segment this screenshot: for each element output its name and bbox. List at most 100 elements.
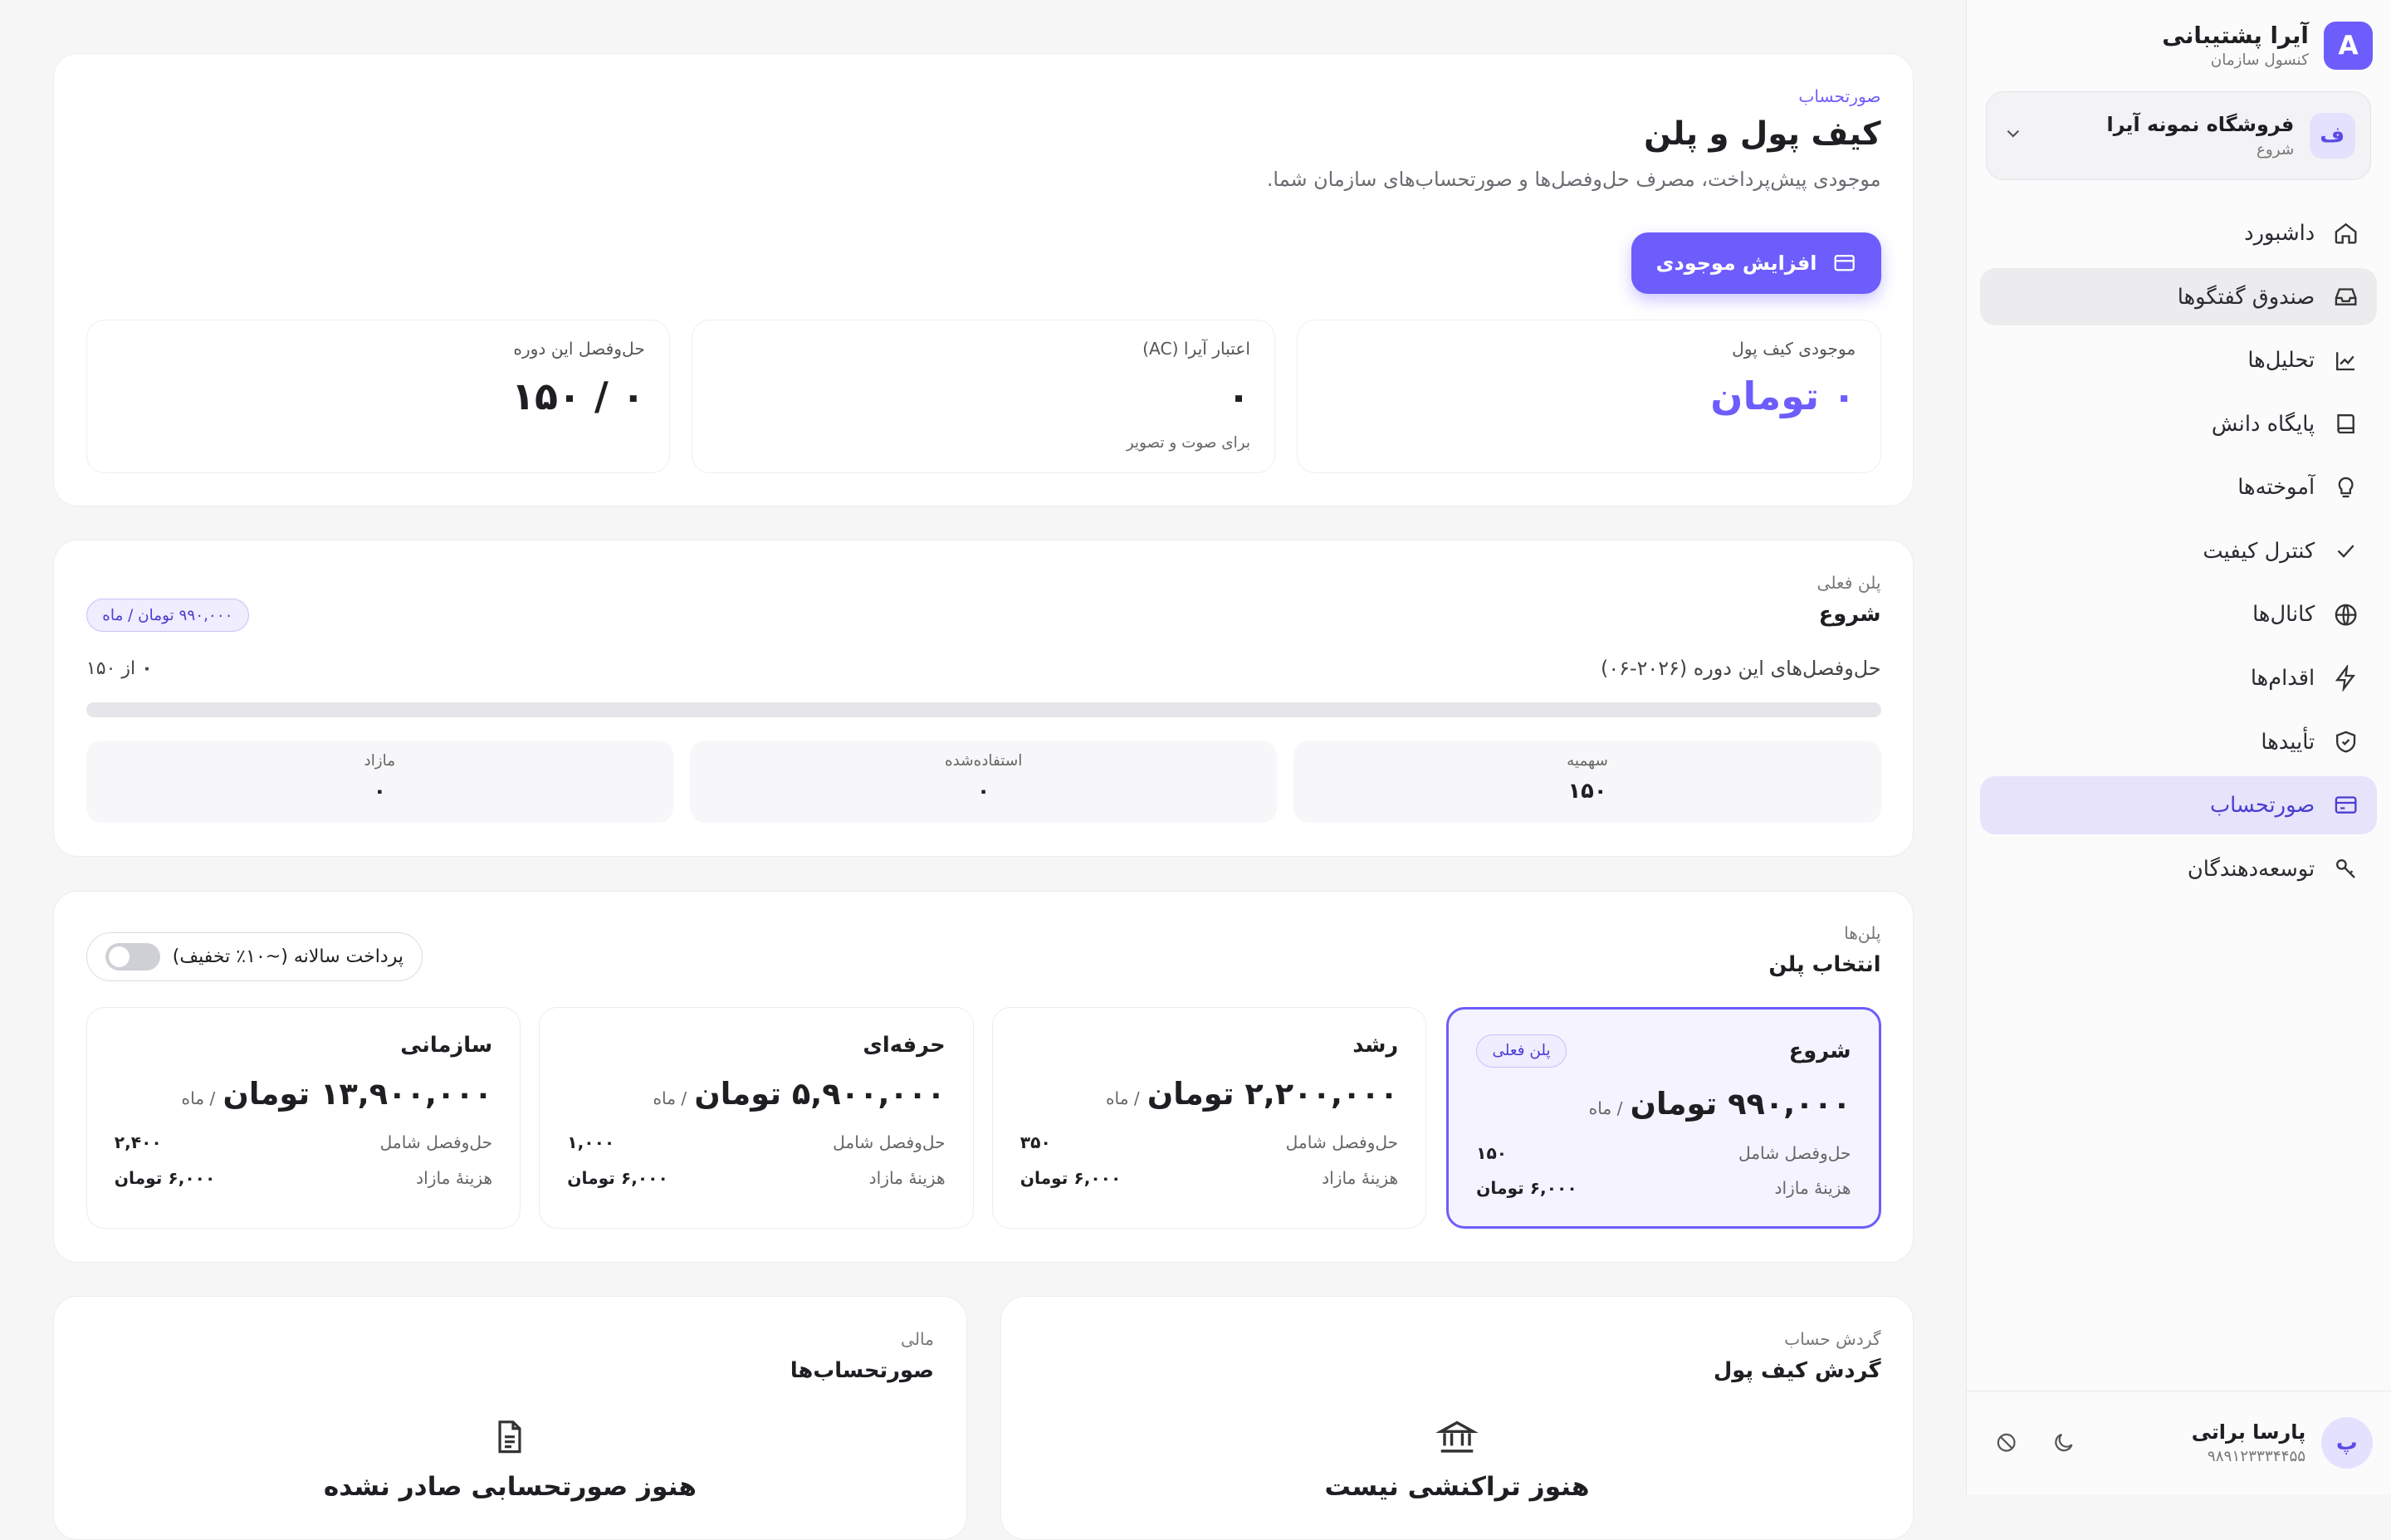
app-root: A آیرا پشتیبانی کنسول سازمان ف فروشگاه ن… xyxy=(0,0,2391,1540)
org-avatar: ف xyxy=(2309,112,2355,159)
annual-billing-toggle[interactable]: پرداخت سالانه (~۱۰٪ تخفیف) xyxy=(86,932,423,981)
user-phone: ۹۸۹۱۲۳۳۳۴۴۵۵ xyxy=(2207,1448,2306,1466)
sidebar-item-knowledge[interactable]: پایگاه دانش xyxy=(1980,395,2377,453)
row-label: هزینهٔ مازاد xyxy=(416,1167,493,1188)
plan-name: سازمانی xyxy=(400,1032,493,1058)
stat-wallet: موجودی کیف پول ۰ تومان xyxy=(1297,319,1881,474)
sidebar-item-dashboard[interactable]: داشبورد xyxy=(1980,204,2377,262)
plan-card-pro[interactable]: حرفه‌ای ۵,۹۰۰,۰۰۰ تومان / ماه حل‌وفصل شا… xyxy=(539,1007,974,1229)
bulb-icon xyxy=(2338,477,2354,497)
sidebar-item-approvals[interactable]: تأییدها xyxy=(1980,713,2377,771)
org-plan: شروع xyxy=(2256,140,2295,159)
stat-value: ۰ / ۱۵۰ xyxy=(511,374,645,419)
mini-label: سهمیه xyxy=(1567,752,1608,770)
section-title: انتخاب پلن xyxy=(1768,952,1881,978)
sidebar-item-label: اقدام‌ها xyxy=(2250,665,2315,691)
wallet-activity-card: گردش حساب گردش کیف پول هنوز تراکنشی نیست xyxy=(1000,1296,1914,1540)
plan-overage: ۶,۰۰۰ تومان xyxy=(1019,1167,1122,1188)
toggle-label: پرداخت سالانه (~۱۰٪ تخفیف) xyxy=(172,946,404,968)
org-switcher[interactable]: ف فروشگاه نمونه آیرا شروع xyxy=(1986,91,2372,180)
bolt-icon xyxy=(2335,665,2356,692)
usage-progress xyxy=(86,702,1881,718)
plan-card-enterprise[interactable]: سازمانی ۱۳,۹۰۰,۰۰۰ تومان / ماه حل‌وفصل ش… xyxy=(86,1007,521,1229)
avatar[interactable]: پ xyxy=(2320,1416,2373,1469)
page-description: موجودی پیش‌پرداخت، مصرف حل‌وفصل‌ها و صور… xyxy=(1266,168,1881,192)
user-name: پارسا براتی xyxy=(2191,1420,2306,1444)
org-name: فروشگاه نمونه آیرا xyxy=(2106,113,2295,137)
moon-icon[interactable] xyxy=(2042,1421,2085,1464)
sidebar-item-learnings[interactable]: آموخته‌ها xyxy=(1980,458,2377,516)
row-label: هزینهٔ مازاد xyxy=(1774,1178,1851,1199)
check-icon xyxy=(2337,545,2354,559)
breadcrumb[interactable]: صورتحساب xyxy=(1267,86,1880,106)
stat-label: موجودی کیف پول xyxy=(1732,338,1856,359)
sidebar-item-analytics[interactable]: تحلیل‌ها xyxy=(1980,331,2377,389)
sidebar-item-quality[interactable]: کنترل کیفیت xyxy=(1980,522,2377,580)
chart-icon xyxy=(2336,351,2355,370)
sidebar-item-label: داشبورد xyxy=(2244,221,2315,246)
sidebar-item-channels[interactable]: کانال‌ها xyxy=(1980,585,2377,643)
bank-icon xyxy=(1435,1415,1479,1463)
sidebar-item-inbox[interactable]: صندوق گفتگوها xyxy=(1980,267,2378,326)
brand[interactable]: A آیرا پشتیبانی کنسول سازمان xyxy=(2162,21,2373,71)
sidebar: A آیرا پشتیبانی کنسول سازمان ف فروشگاه ن… xyxy=(1965,0,2391,1494)
section-title: صورتحساب‌ها xyxy=(790,1357,934,1383)
plan-card-starter[interactable]: شروع پلن فعلی ۹۹۰,۰۰۰ تومان / ماه حل‌وفص… xyxy=(1446,1007,1881,1229)
row-label: حل‌وفصل شامل xyxy=(833,1132,946,1153)
plan-price: ۱۳,۹۰۰,۰۰۰ تومان xyxy=(222,1075,493,1112)
globe-icon xyxy=(2335,604,2357,626)
plan-card-growth[interactable]: رشد ۲,۲۰۰,۰۰۰ تومان / ماه حل‌وفصل شامل ۳۵… xyxy=(991,1007,1427,1229)
invoices-card: مالی صورتحساب‌ها هنوز صورتحسابی صادر نشد… xyxy=(53,1296,967,1540)
plan-overage: ۶,۰۰۰ تومان xyxy=(1476,1178,1577,1199)
usage-count: ۰ از ۱۵۰ xyxy=(86,658,153,679)
key-icon xyxy=(2336,859,2356,878)
sidebar-item-label: آموخته‌ها xyxy=(2237,475,2315,501)
home-icon xyxy=(2335,223,2357,244)
main-content: صورتحساب کیف پول و پلن موجودی پیش‌پرداخت… xyxy=(0,0,1966,1540)
toggle-switch[interactable] xyxy=(105,943,161,971)
sidebar-item-label: تأییدها xyxy=(2261,729,2315,755)
plan-overage: ۶,۰۰۰ تومان xyxy=(567,1167,668,1188)
plan-name: رشد xyxy=(1352,1032,1399,1058)
plan-period: / ماه xyxy=(653,1088,687,1108)
inbox-icon xyxy=(2335,288,2357,306)
sidebar-nav: داشبورد صندوق گفتگوها تحلیل‌ها پایگاه دا… xyxy=(1980,204,2378,903)
mini-value: ۰ xyxy=(373,779,387,804)
current-plan-card: پلن فعلی شروع ۹۹۰,۰۰۰ تومان / ماه حل‌وفص… xyxy=(53,540,1914,858)
plan-name: حرفه‌ای xyxy=(863,1032,946,1058)
row-label: حل‌وفصل شامل xyxy=(379,1132,493,1153)
section-eyebrow: پلن فعلی xyxy=(1816,572,1881,593)
sidebar-item-label: کنترل کیفیت xyxy=(2203,538,2315,564)
document-icon xyxy=(491,1415,531,1463)
plan-period: / ماه xyxy=(181,1088,216,1108)
empty-state: هنوز تراکنشی نیست xyxy=(1324,1472,1590,1503)
period-label: حل‌وفصل‌های این دوره (۲۰۲۶-۰۶) xyxy=(1601,656,1881,680)
usage-text: از ۱۵۰ xyxy=(86,658,136,679)
plan-period: / ماه xyxy=(1588,1098,1623,1119)
topup-button-label: افزایش موجودی xyxy=(1655,251,1817,275)
topup-button[interactable]: افزایش موجودی xyxy=(1631,232,1881,294)
price-pill: ۹۹۰,۰۰۰ تومان / ماه xyxy=(86,598,249,633)
sidebar-item-label: کانال‌ها xyxy=(2252,602,2315,628)
overage-box: مازاد ۰ xyxy=(86,740,673,823)
brand-logo: A xyxy=(2324,21,2373,71)
page-title: کیف پول و پلن xyxy=(1644,115,1881,153)
user-profile: پ پارسا براتی ۹۸۹۱۲۳۳۳۴۴۵۵ xyxy=(1966,1391,2391,1494)
plan-included: ۳۵۰ xyxy=(1019,1132,1051,1153)
plan-included: ۱۵۰ xyxy=(1476,1142,1508,1163)
mini-value: ۰ xyxy=(976,779,990,804)
block-icon[interactable] xyxy=(1985,1421,2027,1464)
current-plan-badge: پلن فعلی xyxy=(1476,1034,1567,1068)
stat-value: ۰ xyxy=(1226,374,1250,419)
sidebar-item-actions[interactable]: اقدام‌ها xyxy=(1980,649,2377,707)
row-label: هزینهٔ مازاد xyxy=(1322,1167,1399,1188)
sidebar-item-developers[interactable]: توسعه‌دهندگان xyxy=(1980,840,2377,898)
brand-subtitle: کنسول سازمان xyxy=(2210,51,2309,70)
mini-label: مازاد xyxy=(364,752,396,770)
stat-value: ۰ تومان xyxy=(1710,374,1856,419)
stat-resolutions: حل‌وفصل این دوره ۰ / ۱۵۰ xyxy=(86,319,671,474)
sidebar-item-billing[interactable]: صورتحساب xyxy=(1980,776,2378,834)
sidebar-item-label: پایگاه دانش xyxy=(2211,411,2315,437)
sidebar-item-label: صورتحساب xyxy=(2209,793,2315,819)
plans-card: پلن‌ها انتخاب پلن پرداخت سالانه (~۱۰٪ تخ… xyxy=(53,890,1914,1263)
